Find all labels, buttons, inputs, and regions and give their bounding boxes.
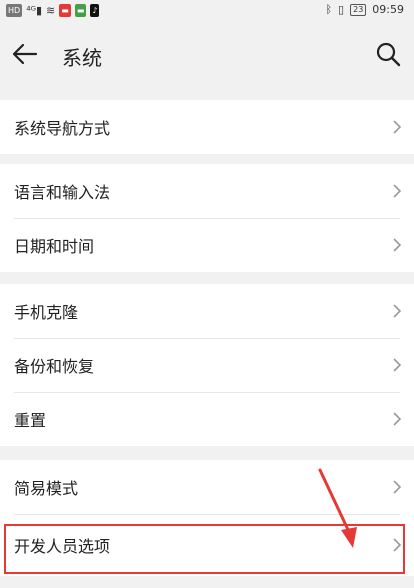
status-bar: HD ⁴ᴳ▮ ≋ ▬ ▬ ♪ ᛒ ▯ 23 09:59 [0, 0, 414, 22]
setting-item-label: 语言和输入法 [14, 183, 111, 202]
bluetooth-icon: ᛒ [325, 3, 333, 16]
setting-item-phone-clone[interactable]: 手机克隆 [0, 284, 414, 338]
chevron-right-icon [393, 480, 402, 494]
settings-group: 手机克隆 备份和恢复 重置 [0, 284, 414, 446]
chevron-right-icon [393, 238, 402, 252]
back-arrow-icon[interactable] [10, 40, 40, 68]
app-notification-icon: ▬ [74, 4, 87, 17]
setting-item-label: 手机克隆 [14, 303, 79, 322]
chevron-right-icon [393, 358, 402, 372]
page-title: 系统 [62, 46, 102, 70]
setting-item-label: 开发人员选项 [14, 537, 111, 556]
settings-group: 简易模式 开发人员选项 [0, 460, 414, 576]
search-icon[interactable] [374, 40, 402, 68]
status-icons-left: HD ⁴ᴳ▮ ≋ ▬ ▬ ♪ [6, 4, 100, 17]
setting-item-navigation-mode[interactable]: 系统导航方式 [0, 100, 414, 154]
setting-item-date-time[interactable]: 日期和时间 [0, 218, 414, 272]
setting-item-label: 系统导航方式 [14, 119, 111, 138]
vibrate-icon: ▯ [338, 3, 345, 16]
chevron-right-icon [393, 120, 402, 134]
settings-group: 语言和输入法 日期和时间 [0, 164, 414, 272]
settings-group: 系统导航方式 [0, 100, 414, 154]
setting-item-label: 简易模式 [14, 479, 79, 498]
setting-item-label: 重置 [14, 411, 47, 430]
setting-item-label: 日期和时间 [14, 237, 95, 256]
wifi-icon: ≋ [46, 4, 56, 17]
signal-icon: ⁴ᴳ▮ [26, 4, 43, 17]
setting-item-reset[interactable]: 重置 [0, 392, 414, 446]
app-notification-icon: ▬ [59, 4, 71, 17]
chevron-right-icon [393, 184, 402, 198]
setting-item-simple-mode[interactable]: 简易模式 [0, 460, 414, 514]
setting-item-label: 备份和恢复 [14, 357, 95, 376]
setting-item-backup-restore[interactable]: 备份和恢复 [0, 338, 414, 392]
chevron-right-icon [393, 538, 402, 552]
chevron-right-icon [393, 304, 402, 318]
header: 系统 [0, 22, 414, 84]
tiktok-icon: ♪ [90, 4, 100, 17]
status-time: 09:59 [372, 3, 404, 16]
battery-icon: 23 [350, 3, 367, 16]
status-icons-right: ᛒ ▯ 23 09:59 [325, 3, 404, 16]
hd-icon: HD [6, 4, 23, 17]
setting-item-developer-options[interactable]: 开发人员选项 [0, 514, 414, 576]
setting-item-language-input[interactable]: 语言和输入法 [0, 164, 414, 218]
chevron-right-icon [393, 412, 402, 426]
